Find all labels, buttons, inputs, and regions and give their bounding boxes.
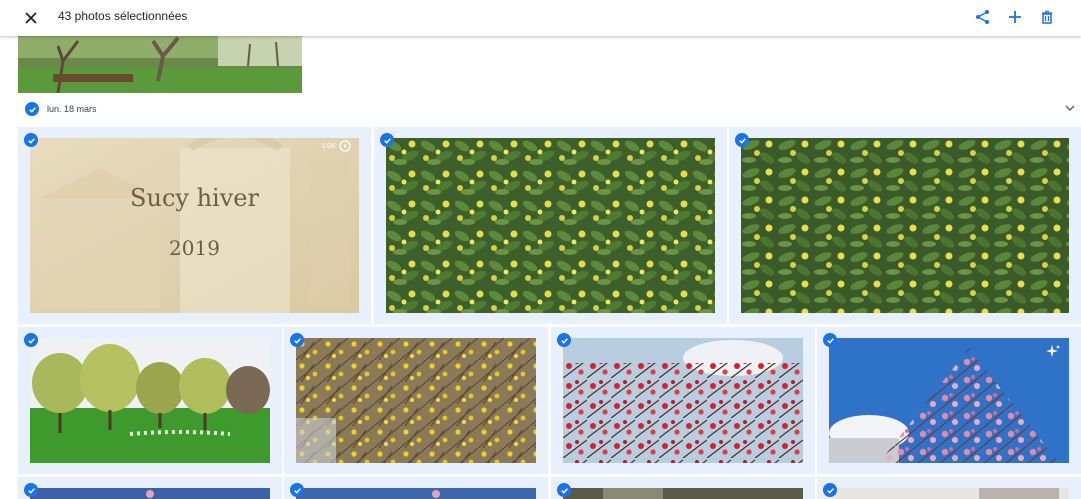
photo-tile[interactable] xyxy=(18,327,282,474)
check-icon xyxy=(738,137,746,144)
check-icon xyxy=(27,487,35,494)
photo-checkbox[interactable] xyxy=(380,133,394,147)
play-circle-icon xyxy=(339,140,351,152)
check-icon xyxy=(826,337,834,344)
photo-partial xyxy=(30,488,270,499)
close-icon xyxy=(25,12,37,24)
check-icon xyxy=(28,106,36,113)
photo-tile[interactable] xyxy=(817,477,1081,499)
photo-pink-magnolia xyxy=(829,338,1069,463)
delete-icon xyxy=(1042,10,1052,24)
photo-checkbox[interactable] xyxy=(557,333,571,347)
selection-count: 43 photos sélectionnées xyxy=(58,9,188,23)
date-group-header: lun. 18 mars xyxy=(0,99,1081,121)
enhance-sparkle-icon xyxy=(1046,345,1060,357)
selection-toolbar: 43 photos sélectionnées xyxy=(0,0,1081,36)
share-button[interactable] xyxy=(971,5,995,29)
collapse-group-button[interactable] xyxy=(1064,101,1076,119)
photo-checkbox[interactable] xyxy=(735,133,749,147)
photo-tile[interactable] xyxy=(18,477,282,499)
check-icon xyxy=(383,137,391,144)
add-icon xyxy=(1009,11,1021,23)
photo-checkbox[interactable] xyxy=(24,483,38,497)
photo-partial xyxy=(829,488,1069,499)
check-icon xyxy=(560,337,568,344)
photo-checkbox[interactable] xyxy=(290,483,304,497)
photo-tile-video[interactable]: Sucy hiver 2019 1:04 xyxy=(18,127,371,324)
video-title-line1: Sucy hiver xyxy=(130,184,259,212)
photo-tile[interactable] xyxy=(551,477,815,499)
video-duration-text: 1:04 xyxy=(321,142,335,150)
share-icon xyxy=(976,10,989,24)
date-select-checkbox[interactable] xyxy=(25,102,39,116)
previous-photo-thumbnail[interactable] xyxy=(18,36,302,93)
photo-tile[interactable] xyxy=(817,327,1081,474)
video-duration: 1:04 xyxy=(321,140,351,152)
photo-checkbox[interactable] xyxy=(24,133,38,147)
photo-park-willows xyxy=(30,338,270,463)
photo-partial xyxy=(563,488,803,499)
photo-forsythia xyxy=(296,338,536,463)
photo-yellow-flowering-shrub xyxy=(741,138,1069,313)
check-icon xyxy=(293,337,301,344)
photo-tile[interactable] xyxy=(729,127,1081,324)
photo-tile[interactable] xyxy=(551,327,815,474)
add-to-album-button[interactable] xyxy=(1003,5,1027,29)
photo-red-quince xyxy=(563,338,803,463)
delete-button[interactable] xyxy=(1035,5,1059,29)
photo-checkbox[interactable] xyxy=(557,483,571,497)
photo-tile[interactable] xyxy=(284,477,548,499)
check-icon xyxy=(826,487,834,494)
chevron-down-icon xyxy=(1065,105,1075,112)
photo-checkbox[interactable] xyxy=(823,483,837,497)
photo-yellow-flowering-shrub xyxy=(386,138,715,313)
photo-tile[interactable] xyxy=(284,327,548,474)
check-icon xyxy=(27,337,35,344)
photo-checkbox[interactable] xyxy=(823,333,837,347)
photo-partial xyxy=(296,488,536,499)
video-title-line2: 2019 xyxy=(169,236,220,260)
video-thumbnail: Sucy hiver 2019 xyxy=(30,138,359,313)
photo-tile[interactable] xyxy=(374,127,727,324)
close-selection-button[interactable] xyxy=(20,7,42,29)
check-icon xyxy=(27,137,35,144)
check-icon xyxy=(293,487,301,494)
photo-checkbox[interactable] xyxy=(24,333,38,347)
check-icon xyxy=(560,487,568,494)
photo-checkbox[interactable] xyxy=(290,333,304,347)
date-label: lun. 18 mars xyxy=(47,104,97,114)
